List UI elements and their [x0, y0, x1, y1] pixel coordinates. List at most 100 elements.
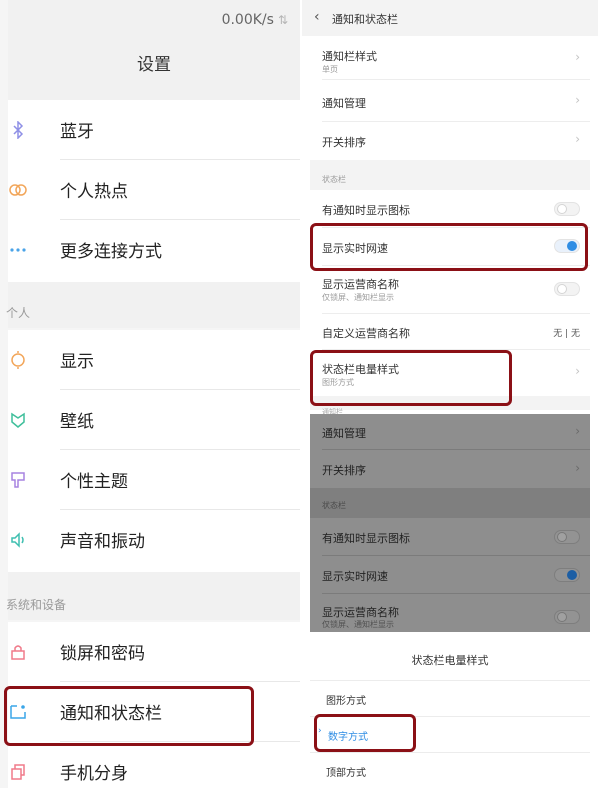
option-label: 顶部方式 — [326, 768, 366, 779]
theme-icon — [8, 470, 28, 490]
section-label: 系统和设备 — [6, 598, 67, 612]
divider — [310, 716, 590, 717]
notification-manage-item[interactable]: 通知管理 › — [310, 80, 590, 122]
switch-order-item[interactable]: 开关排序 › — [310, 122, 590, 160]
toggle-knob — [557, 204, 567, 214]
sound-icon — [8, 530, 28, 550]
item-label: 状态栏电量样式 — [322, 363, 399, 376]
option-top[interactable]: 顶部方式 — [310, 752, 590, 788]
settings-item-clone[interactable]: 手机分身 — [8, 742, 300, 788]
settings-item-notification[interactable]: 通知和状态栏 — [8, 682, 300, 742]
settings-item-label: 蓝牙 — [60, 122, 94, 142]
settings-item-wallpaper[interactable]: 壁纸 — [8, 390, 300, 450]
battery-style-sheet: 状态栏电量样式 图形方式 › 数字方式 顶部方式 — [310, 632, 590, 788]
clone-icon — [8, 762, 28, 782]
settings-item-hotspot[interactable]: 个人热点 — [8, 160, 300, 220]
settings-item-sound[interactable]: 声音和振动 — [8, 510, 300, 570]
item-label: 开关排序 — [322, 464, 366, 477]
divider — [310, 752, 590, 753]
screenshot-composite: 0.00K/s ⇅ 设置 蓝牙 个人热点 更多连接方式 个人 显示 壁纸 个性主… — [0, 0, 600, 788]
section-label: 个人 — [6, 306, 31, 320]
item-label: 通知管理 — [322, 427, 366, 440]
header: ‹ 通知和状态栏 — [302, 0, 598, 36]
item-label: 通知栏样式 — [322, 50, 377, 63]
notification-settings-panel: ‹ 通知和状态栏 通知栏样式 单页 › 通知管理 › 开关排序 › 状态栏 有通… — [302, 0, 598, 788]
settings-item-label: 更多连接方式 — [60, 242, 162, 262]
net-speed-toggle-row: 显示实时网速 — [310, 228, 590, 266]
item-label: 显示实时网速 — [322, 570, 388, 583]
toggle-knob — [557, 284, 567, 294]
dim-switch-order: 开关排序 › — [310, 450, 590, 488]
dim-notification-manage: 通知管理 › — [310, 414, 590, 450]
wallpaper-icon — [8, 410, 28, 430]
chevron-right-icon: › — [575, 50, 580, 64]
chevron-right-icon: › — [318, 726, 322, 736]
item-sublabel: 仅锁屏、通知栏显示 — [322, 620, 394, 629]
item-value: 无 | 无 — [553, 329, 580, 339]
section-label: 状态栏 — [322, 175, 346, 184]
item-label: 开关排序 — [322, 136, 366, 149]
toggle-knob — [567, 570, 577, 580]
personal-group: 显示 壁纸 个性主题 声音和振动 — [8, 330, 300, 572]
display-icon — [8, 350, 28, 370]
option-numeric[interactable]: › 数字方式 — [310, 716, 590, 752]
option-label: 图形方式 — [326, 696, 366, 707]
settings-item-label: 个人热点 — [60, 182, 128, 202]
settings-item-label: 个性主题 — [60, 472, 128, 492]
dim-carrier-row: 显示运营商名称 仅锁屏、通知栏显示 — [310, 594, 590, 632]
settings-item-label: 锁屏和密码 — [60, 644, 145, 664]
section-header-status: 状态栏 — [310, 160, 590, 190]
settings-item-more-connections[interactable]: 更多连接方式 — [8, 220, 300, 280]
settings-item-theme[interactable]: 个性主题 — [8, 450, 300, 510]
settings-panel: 0.00K/s ⇅ 设置 蓝牙 个人热点 更多连接方式 个人 显示 壁纸 个性主… — [0, 0, 300, 788]
notification-icon — [8, 702, 28, 722]
connect-group: 蓝牙 个人热点 更多连接方式 — [8, 100, 300, 282]
settings-item-bluetooth[interactable]: 蓝牙 — [8, 100, 300, 160]
battery-style-item[interactable]: 状态栏电量样式 图形方式 › — [310, 350, 590, 396]
dim-section-header: 状态栏 — [310, 488, 590, 518]
chevron-right-icon: › — [575, 364, 580, 378]
dim-net-speed-toggle — [554, 568, 580, 582]
chevron-right-icon: › — [575, 461, 580, 475]
settings-item-lockscreen[interactable]: 锁屏和密码 — [8, 622, 300, 682]
settings-item-label: 通知和状态栏 — [60, 704, 162, 724]
hotspot-icon — [8, 180, 28, 200]
net-speed-toggle[interactable] — [554, 239, 580, 253]
carrier-toggle[interactable] — [554, 282, 580, 296]
settings-item-label: 壁纸 — [60, 412, 94, 432]
updown-arrow-icon: ⇅ — [277, 13, 288, 27]
more-icon — [8, 240, 28, 260]
bluetooth-icon — [8, 120, 28, 140]
dim-show-icon-row: 有通知时显示图标 — [310, 518, 590, 556]
toggle-knob — [557, 532, 567, 542]
option-graphic[interactable]: 图形方式 — [310, 680, 590, 716]
item-label: 显示运营商名称 — [322, 278, 399, 291]
show-icon-toggle[interactable] — [554, 202, 580, 216]
chevron-right-icon: › — [575, 132, 580, 146]
settings-item-display[interactable]: 显示 — [8, 330, 300, 390]
toggle-knob — [567, 241, 577, 251]
toggle-knob — [557, 612, 567, 622]
back-arrow-icon[interactable]: ‹ — [314, 9, 320, 25]
settings-item-label: 显示 — [60, 352, 94, 372]
item-label: 自定义运营商名称 — [322, 327, 410, 340]
notification-style-item[interactable]: 通知栏样式 单页 › — [310, 36, 590, 80]
carrier-toggle-row: 显示运营商名称 仅锁屏、通知栏显示 — [310, 266, 590, 314]
system-group: 锁屏和密码 通知和状态栏 手机分身 — [8, 622, 300, 788]
settings-header: 0.00K/s ⇅ 设置 — [8, 0, 300, 86]
item-sublabel: 单页 — [322, 65, 338, 74]
settings-item-label: 声音和振动 — [60, 532, 145, 552]
sheet-title: 状态栏电量样式 — [411, 654, 489, 667]
dim-carrier-toggle — [554, 610, 580, 624]
status-net-speed: 0.00K/s ⇅ — [221, 12, 288, 28]
item-label: 有通知时显示图标 — [322, 532, 410, 545]
settings-item-label: 手机分身 — [60, 764, 128, 784]
chevron-right-icon: › — [575, 93, 580, 107]
lock-icon — [8, 642, 28, 662]
item-sublabel: 仅锁屏、通知栏显示 — [322, 293, 394, 302]
page-title: 通知和状态栏 — [332, 13, 398, 26]
custom-carrier-item[interactable]: 自定义运营商名称 无 | 无 — [310, 314, 590, 350]
option-label: 数字方式 — [328, 732, 368, 743]
item-label: 有通知时显示图标 — [322, 204, 410, 217]
show-icon-toggle-row: 有通知时显示图标 — [310, 190, 590, 228]
